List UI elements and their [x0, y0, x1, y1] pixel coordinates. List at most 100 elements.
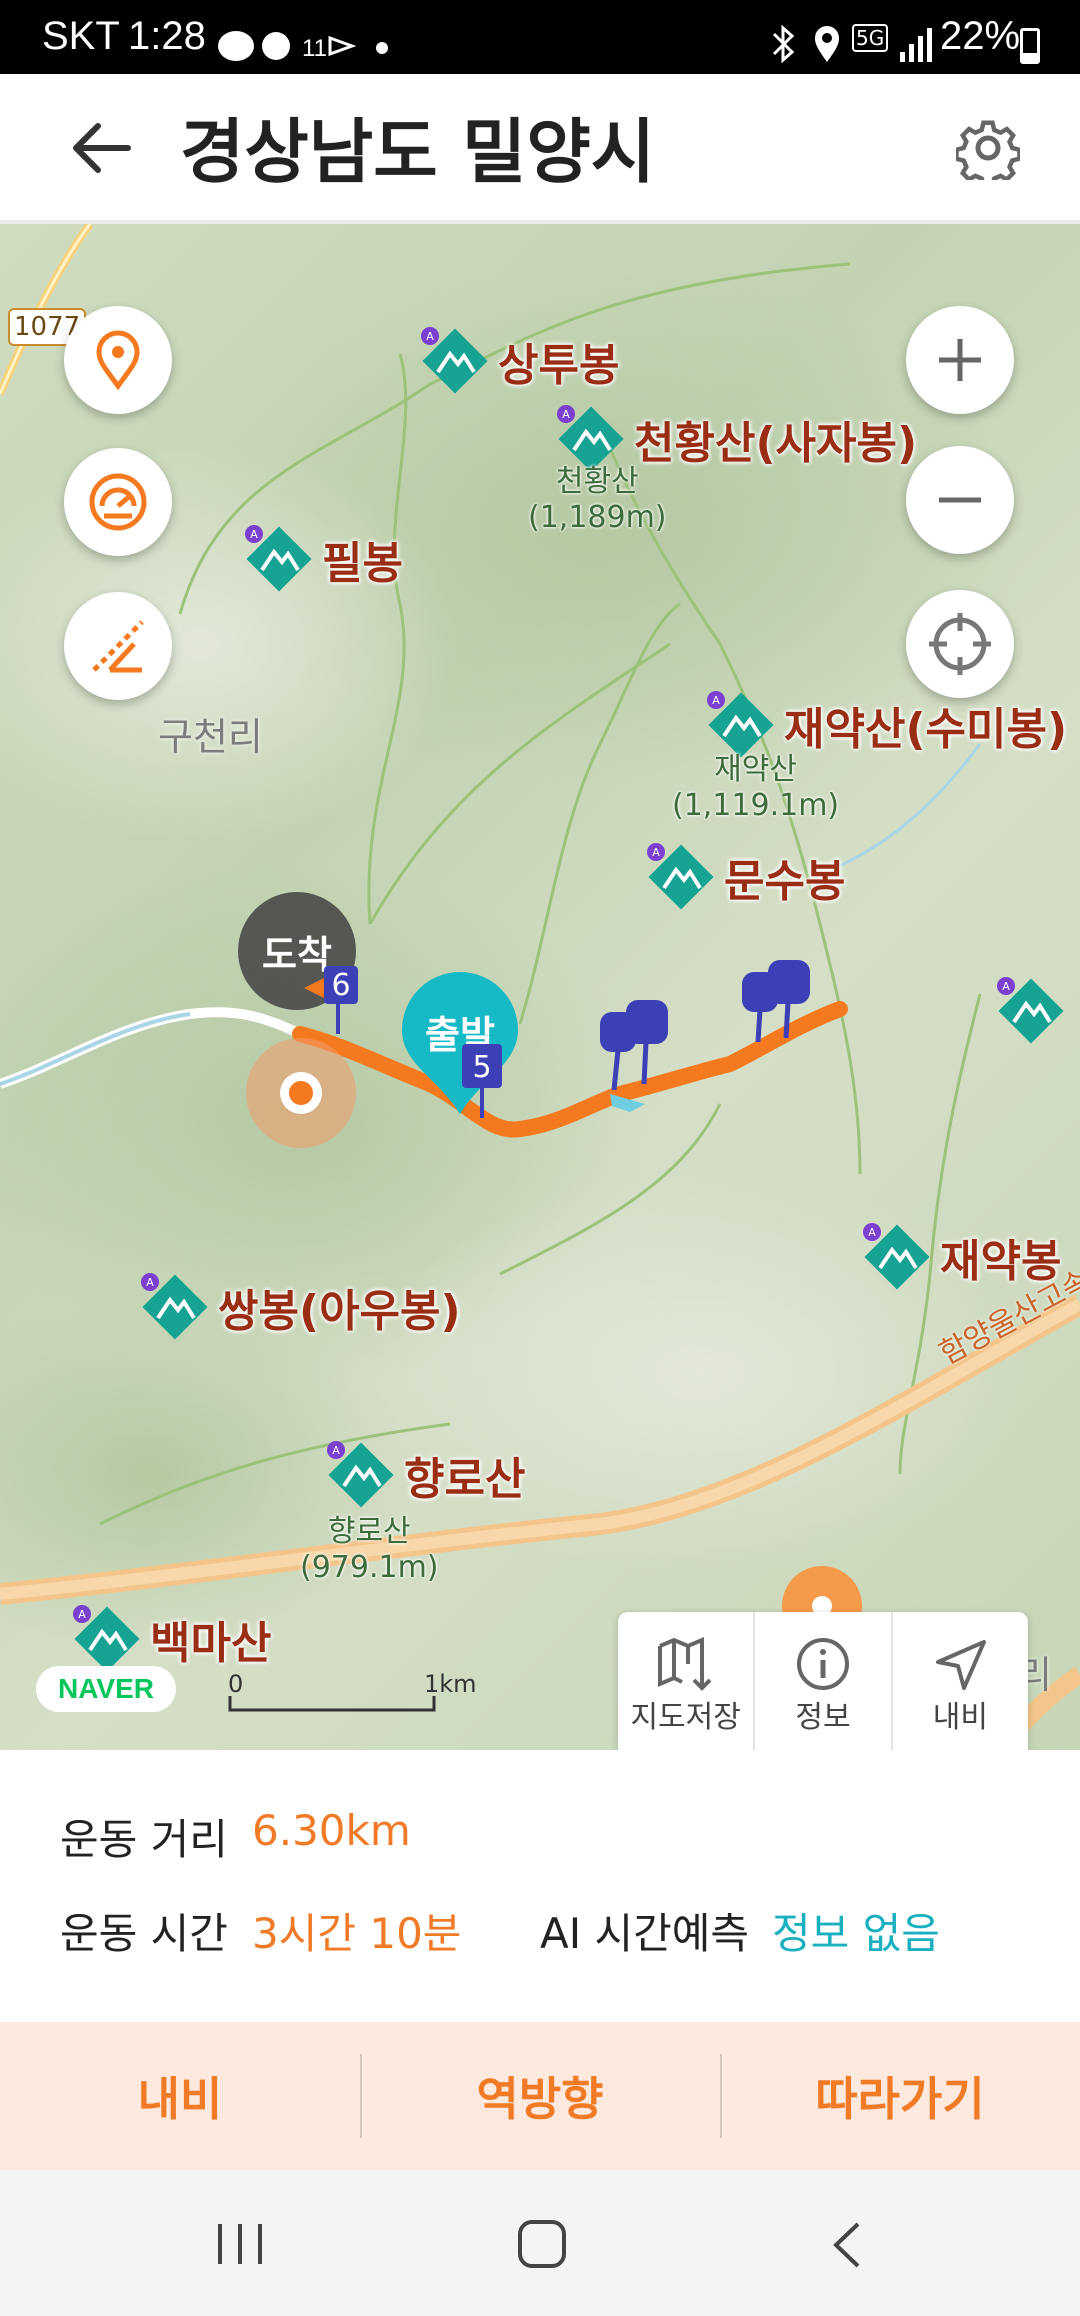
location-icon [815, 26, 839, 62]
carrier: SKT [42, 14, 120, 58]
svg-text:A: A [426, 330, 434, 343]
page-title: 경상남도 밀양시 [180, 111, 656, 193]
ai-estimate-label: AI 시간예측 [540, 1909, 750, 1958]
svg-text:A: A [78, 1608, 86, 1621]
recenter-button[interactable] [906, 590, 1014, 698]
elevation-label: 재약산 (1,119.1m) [672, 752, 839, 824]
location-pin-button[interactable] [64, 306, 172, 414]
mountain-icon: A [997, 977, 1064, 1044]
elevation-name: 재약산 [714, 752, 797, 787]
slope-button[interactable] [64, 592, 172, 700]
elevation-name: 향로산 [327, 1514, 411, 1549]
peak-marker[interactable]: A 재약산(수미봉) [706, 690, 1067, 760]
elevation-name: 천황산 [555, 464, 639, 499]
svg-text:A: A [712, 694, 720, 707]
mountain-icon: A [707, 691, 774, 758]
navi-start-button[interactable]: 내비 [0, 2022, 360, 2170]
peak-name: 상투봉 [498, 340, 620, 391]
peak-marker[interactable]: A 향로산 [326, 1440, 525, 1510]
plus-icon [939, 339, 981, 381]
map-save-icon [657, 1636, 712, 1691]
peak-name: 재약봉 [940, 1236, 1062, 1287]
slope-icon [92, 620, 144, 673]
navi-button[interactable]: 내비 [893, 1612, 1028, 1750]
dot-icon [376, 42, 388, 54]
navi-label: 내비 [932, 1700, 988, 1735]
notification-icons: 11 [218, 31, 357, 62]
app-header: 경상남도 밀양시 [0, 74, 1080, 226]
system-nav-bar [0, 2170, 1080, 2316]
elevation-label: 천황산 (1,189m) [528, 464, 667, 536]
info-label: 정보 [795, 1700, 851, 1735]
zoom-in-button[interactable] [906, 306, 1014, 414]
save-map-label: 지도저장 [630, 1700, 741, 1735]
mountain-icon: A [327, 1441, 394, 1508]
info-button[interactable]: 정보 [755, 1612, 893, 1750]
waypoint-pin[interactable] [596, 1000, 676, 1096]
peak-marker[interactable]: A 재약봉 [862, 1222, 1061, 1292]
svg-text:A: A [250, 528, 258, 541]
battery-icon [1020, 28, 1040, 64]
elevation-value: (979.1m) [300, 1550, 439, 1585]
svg-text:A: A [332, 1444, 340, 1457]
location-pin-icon [96, 330, 140, 390]
back-icon[interactable] [826, 2220, 866, 2270]
zoom-out-button[interactable] [906, 446, 1014, 554]
peak-name: 재약산(수미봉) [784, 704, 1068, 755]
save-map-button[interactable]: 지도저장 [618, 1612, 756, 1750]
time-label: 운동 시간 [60, 1909, 228, 1958]
svg-text:11: 11 [302, 35, 327, 62]
recent-apps-icon[interactable] [214, 2220, 268, 2268]
peak-marker[interactable]: A 쌍봉(아우봉) [140, 1272, 461, 1342]
peak-marker[interactable]: A 필봉 [244, 524, 403, 594]
distance-label: 운동 거리 [60, 1815, 228, 1864]
gear-icon[interactable] [956, 116, 1020, 180]
elevation-value: (1,119.1m) [672, 788, 840, 823]
peak-name: 백마산 [150, 1618, 272, 1669]
signal-icon [900, 28, 932, 62]
network-type: 5G [852, 24, 889, 52]
village-label: 구천리 [158, 715, 263, 759]
speedometer-button[interactable] [64, 448, 172, 556]
current-location-dot [280, 1072, 322, 1114]
home-icon[interactable] [516, 2218, 568, 2270]
peak-name: 쌍봉(아우봉) [218, 1286, 461, 1337]
peak-name: 천황산(사자봉) [634, 418, 918, 469]
waypoint-pin[interactable] [738, 960, 818, 1056]
departure-flag-number: 5 [472, 1050, 492, 1085]
battery-percent: 22% [940, 14, 1021, 58]
bottom-action-bar: 내비 역방향 따라가기 [0, 2022, 1080, 2170]
peak-name: 필봉 [322, 538, 403, 589]
back-arrow-icon[interactable] [70, 122, 132, 174]
arrival-flag-number: 6 [331, 968, 351, 1003]
navigation-icon [936, 1640, 987, 1690]
peak-marker-partial[interactable]: A [996, 976, 1066, 1046]
route-info-card: 운동 거리 6.30km 운동 시간 3시간 10분 AI 시간예측 정보 없음 [0, 1750, 1080, 2020]
minus-icon [939, 497, 981, 503]
follow-route-button[interactable]: 따라가기 [720, 2022, 1080, 2170]
status-bar: SKT 1:28 11 5G 22% [0, 0, 1080, 74]
peak-name: 문수봉 [724, 856, 846, 907]
mountain-icon: A [141, 1273, 208, 1340]
elevation-value: (1,189m) [528, 500, 667, 535]
svg-text:A: A [146, 1276, 154, 1289]
time-value: 3시간 10분 [252, 1909, 462, 1958]
speedometer-icon [89, 473, 147, 531]
peak-name: 향로산 [404, 1454, 526, 1505]
svg-text:A: A [562, 408, 570, 421]
svg-text:A: A [652, 846, 660, 859]
crosshair-icon [929, 613, 991, 675]
mountain-icon: A [421, 327, 488, 394]
mountain-icon: A [863, 1223, 930, 1290]
svg-text:A: A [1002, 980, 1010, 993]
reverse-route-button[interactable]: 역방향 [360, 2022, 720, 2170]
distance-value: 6.30km [252, 1806, 411, 1855]
scale-bar [228, 1696, 436, 1712]
map-terrain [0, 224, 1080, 1750]
peak-marker[interactable]: A 백마산 [72, 1604, 271, 1674]
map-view[interactable]: 1077 함양울산고속 구천리 선리 A 상투봉 A 천황산(사자봉) 천황산 … [0, 224, 1080, 1750]
clock: 1:28 [128, 14, 206, 58]
peak-marker[interactable]: A 상투봉 [420, 326, 619, 396]
info-icon [796, 1638, 849, 1690]
peak-marker[interactable]: A 문수봉 [646, 842, 845, 912]
